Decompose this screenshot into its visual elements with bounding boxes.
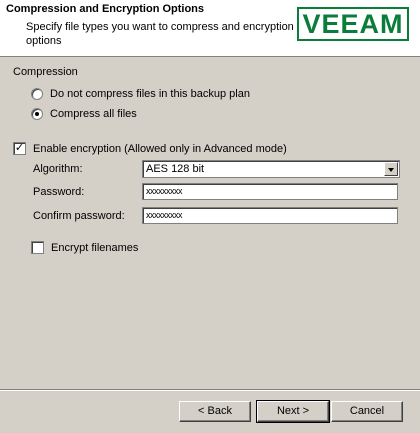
password-field[interactable]: xxxxxxxxx [142, 183, 398, 200]
wizard-header: Compression and Encryption Options Speci… [0, 0, 420, 57]
back-button[interactable]: < Back [179, 401, 251, 422]
veeam-logo: VEEAM [297, 7, 409, 41]
encrypt-filenames-label: Encrypt filenames [51, 241, 139, 254]
footer-divider [0, 389, 420, 391]
confirm-password-label: Confirm password: [33, 210, 125, 222]
radio-compress-all[interactable]: Compress all files [31, 108, 137, 120]
radio-button[interactable] [31, 88, 43, 100]
next-button[interactable]: Next > [256, 400, 330, 423]
algorithm-select[interactable]: AES 128 bit [142, 160, 400, 178]
radio-label: Do not compress files in this backup pla… [50, 88, 250, 100]
password-label: Password: [33, 186, 85, 198]
encrypt-filenames-checkbox[interactable]: Encrypt filenames [31, 241, 138, 254]
page-title: Compression and Encryption Options [6, 3, 205, 15]
algorithm-value: AES 128 bit [146, 163, 205, 175]
compression-section-label: Compression [13, 66, 78, 78]
page-subtitle: Specify file types you want to compress … [26, 21, 294, 47]
cancel-button[interactable]: Cancel [331, 401, 403, 422]
enable-encryption-checkbox[interactable]: ✓ Enable encryption (Allowed only in Adv… [13, 142, 287, 155]
enable-encryption-label: Enable encryption (Allowed only in Advan… [33, 142, 287, 155]
radio-label: Compress all files [50, 108, 137, 120]
checkbox-checked[interactable]: ✓ [13, 142, 26, 155]
chevron-down-icon[interactable] [384, 162, 398, 176]
checkbox-unchecked[interactable] [31, 241, 44, 254]
radio-button[interactable] [31, 108, 43, 120]
algorithm-label: Algorithm: [33, 163, 83, 175]
radio-no-compression[interactable]: Do not compress files in this backup pla… [31, 88, 250, 100]
confirm-password-field[interactable]: xxxxxxxxx [142, 207, 398, 224]
